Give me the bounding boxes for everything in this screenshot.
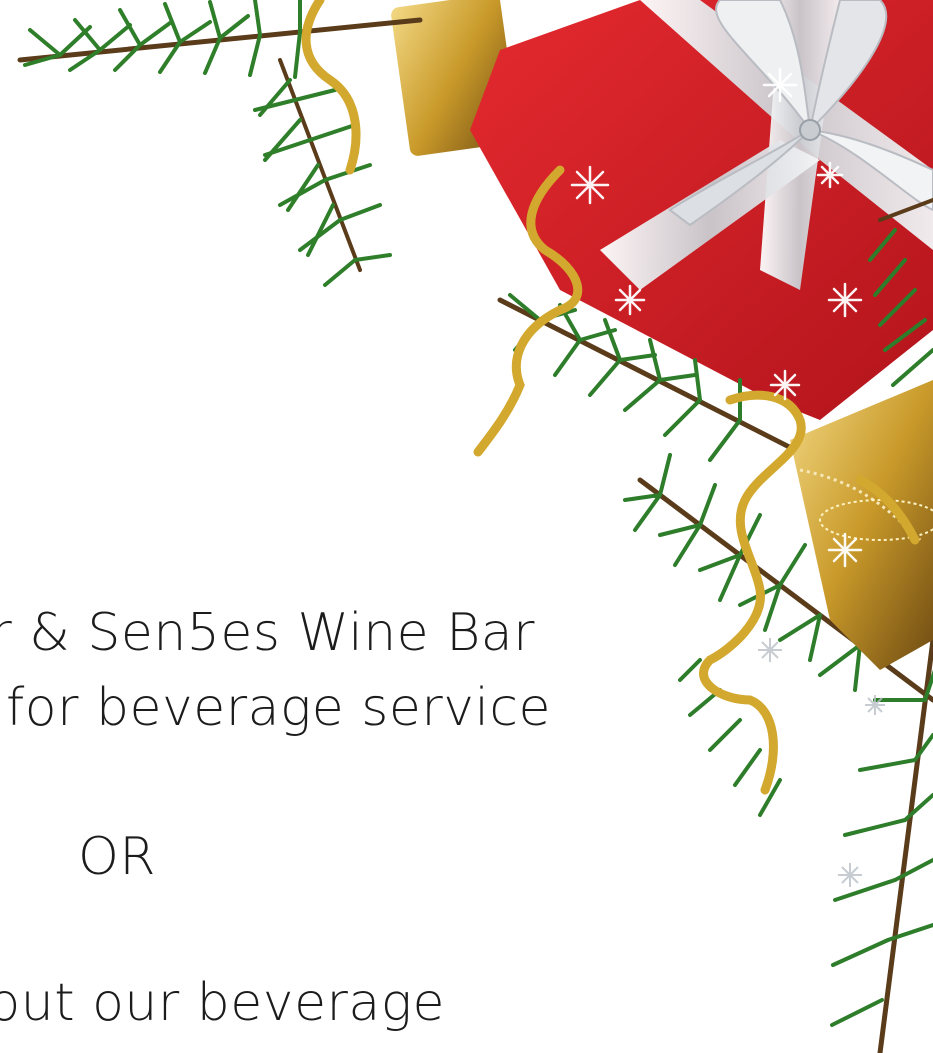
red-gift-box-icon	[470, 0, 933, 420]
or-separator: OR	[78, 827, 157, 887]
christmas-decoration-corner	[17, 0, 933, 1053]
wine-bar-line: r & Sen5es Wine Bar	[0, 603, 535, 663]
beverage-service-line: for beverage service	[5, 678, 551, 738]
beverage-line: out our beverage	[0, 973, 445, 1033]
